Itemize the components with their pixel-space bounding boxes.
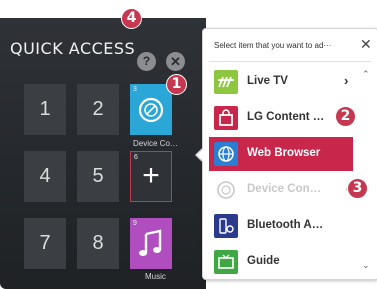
callout-badge-4: 4 xyxy=(121,8,142,29)
close-button[interactable]: ✕ xyxy=(166,52,185,71)
slot-number: 6 xyxy=(134,154,138,161)
callout-badge-3: 3 xyxy=(347,178,368,199)
globe-icon xyxy=(214,142,238,166)
device-connector-icon xyxy=(214,178,238,202)
list-item-device-connector: Device Con… xyxy=(209,173,353,207)
list-item-label: LG Content … xyxy=(247,111,325,123)
list-pointer-inner xyxy=(197,148,204,162)
slot-7-tile[interactable]: 7 xyxy=(24,218,66,269)
callout-badge-1: 1 xyxy=(166,74,187,95)
quick-access-panel: QUICK ACCESS ? ✕ 1 2 3 Device Co… 4 5 6 … xyxy=(0,18,206,289)
list-close-button[interactable]: ✕ xyxy=(360,36,372,53)
slot-4-tile[interactable]: 4 xyxy=(24,151,66,202)
list-item-label: Bluetooth A… xyxy=(247,219,324,231)
scroll-up-icon[interactable]: ⌃ xyxy=(362,69,370,80)
slot-2-tile[interactable]: 2 xyxy=(77,84,119,135)
scroll-down-icon[interactable]: ⌄ xyxy=(362,260,370,271)
bluetooth-audio-icon xyxy=(214,214,238,238)
slot-3-tile[interactable]: 3 xyxy=(130,84,172,135)
slot-9-caption: Music xyxy=(145,272,166,281)
list-header: Select item that you want to ad··· xyxy=(214,41,332,50)
list-item-lg-content-store[interactable]: LG Content … xyxy=(209,101,353,135)
device-connector-icon xyxy=(138,97,164,123)
slot-8-tile[interactable]: 8 xyxy=(77,218,119,269)
music-note-icon xyxy=(139,229,162,256)
slot-6-add-tile[interactable]: 6 + xyxy=(130,151,172,202)
slot-3-caption: Device Co… xyxy=(133,139,178,148)
antenna-icon xyxy=(214,70,238,94)
list-item-guide[interactable]: Guide xyxy=(209,245,353,279)
divider xyxy=(209,61,371,62)
guide-icon xyxy=(214,250,238,274)
list-item-live-tv[interactable]: Live TV xyxy=(209,65,353,99)
help-button[interactable]: ? xyxy=(137,52,156,71)
list-item-label: Device Con… xyxy=(247,183,322,195)
shopping-bag-icon xyxy=(214,106,238,130)
quick-access-title: QUICK ACCESS xyxy=(10,39,136,58)
slot-5-tile[interactable]: 5 xyxy=(77,151,119,202)
add-icon: + xyxy=(142,159,160,192)
tv-screen: QUICK ACCESS ? ✕ 1 2 3 Device Co… 4 5 6 … xyxy=(0,0,377,289)
list-item-label: Web Browser xyxy=(247,147,321,159)
callout-badge-2: 2 xyxy=(335,106,356,127)
list-item-label: Guide xyxy=(247,255,280,267)
chevron-right-icon: › xyxy=(344,73,349,88)
list-item-bluetooth-audio[interactable]: Bluetooth A… xyxy=(209,209,353,243)
list-item-web-browser[interactable]: Web Browser xyxy=(209,137,353,171)
slot-9-tile[interactable]: 9 xyxy=(130,218,172,269)
slot-1-tile[interactable]: 1 xyxy=(24,84,66,135)
list-item-label: Live TV xyxy=(247,75,288,87)
item-selection-panel: Select item that you want to ad··· ✕ Liv… xyxy=(202,28,377,280)
